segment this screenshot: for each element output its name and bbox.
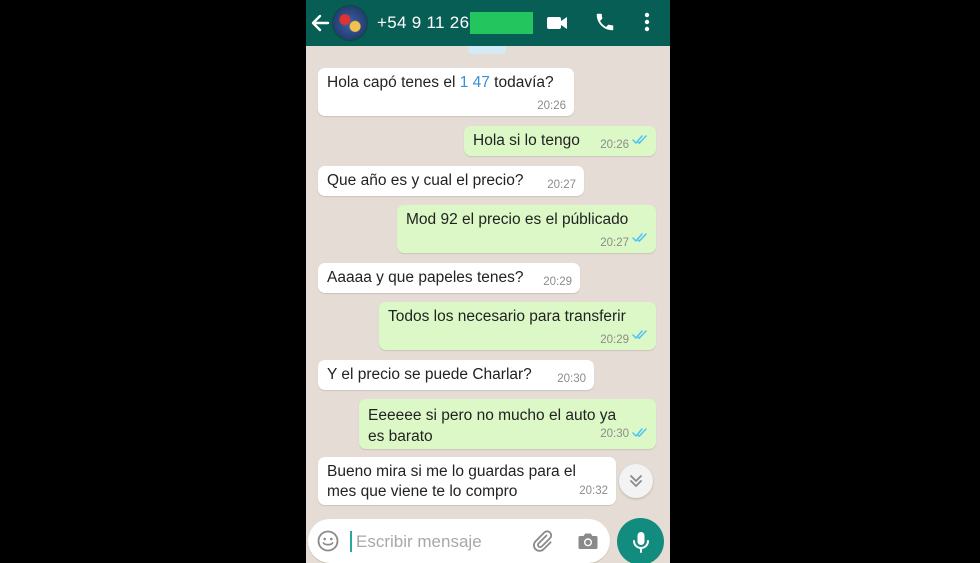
message-time: 20:30 [600,428,629,440]
message-time: 20:29 [600,334,629,346]
read-ticks-icon [632,230,648,248]
text-caret [350,531,352,552]
message-incoming[interactable]: Y el precio se puede Charlar? 20:30 [318,360,594,390]
message-incoming[interactable]: Aaaaa y que papeles tenes? 20:29 [318,263,580,293]
message-time: 20:29 [543,276,572,288]
message-time: 20:32 [579,485,608,497]
message-outgoing[interactable]: Eeeeee si pero no mucho el auto ya es ba… [359,399,656,449]
message-input[interactable] [354,528,518,556]
message-time: 20:26 [537,100,566,112]
read-ticks-icon [632,132,648,150]
camera-icon[interactable] [576,529,600,553]
avatar[interactable] [332,5,368,41]
chat-area[interactable]: Hola capó tenes el 1 47 todavía? 20:26 H… [306,46,670,516]
message-text-line: Bueno mira si me lo guardas para el [327,463,576,480]
message-time: 20:27 [547,179,576,191]
message-text: Todos los necesario para transferir [388,308,626,325]
message-text: Mod 92 el precio es el públicado [406,211,629,228]
message-text-line: mes que viene te lo compro [327,483,518,500]
message-outgoing[interactable]: Mod 92 el precio es el públicado 20:27 [397,205,656,253]
chat-header: +54 9 11 26 [306,0,670,46]
emoji-icon[interactable] [317,530,339,552]
back-arrow-icon[interactable] [308,5,332,41]
microphone-icon [632,531,649,553]
scroll-down-button[interactable] [619,464,653,498]
read-ticks-icon [632,327,648,345]
read-ticks-icon [632,423,648,444]
message-time: 20:30 [557,373,586,385]
message-link[interactable]: 1 47 [460,74,490,91]
message-text: Aaaaa y que papeles tenes? [327,269,524,286]
double-chevron-down-icon [630,475,642,487]
voice-message-button[interactable] [617,518,664,563]
message-text: Hola capó tenes el 1 47 todavía? [327,74,554,91]
message-text: Hola si lo tengo [473,132,580,149]
more-vert-icon[interactable] [639,9,655,35]
message-time: 20:26 [600,139,629,151]
message-text: Y el precio se puede Charlar? [327,366,532,383]
date-chip [468,46,506,54]
video-call-icon[interactable] [544,10,570,36]
contact-name[interactable]: +54 9 11 26 [377,0,534,46]
message-text: Que año es y cual el precio? [327,172,524,189]
message-incoming[interactable]: Que año es y cual el precio? 20:27 [318,166,584,196]
paperclip-icon[interactable] [530,529,554,553]
message-incoming[interactable]: Bueno mira si me lo guardas para el mes … [318,457,616,505]
redaction-block [470,12,534,34]
message-outgoing[interactable]: Hola si lo tengo 20:26 [464,126,656,156]
message-composer [308,519,610,563]
message-outgoing[interactable]: Todos los necesario para transferir 20:2… [379,302,656,350]
whatsapp-phone-screen: +54 9 11 26 Hola capó tenes el 1 47 toda… [306,0,670,563]
message-text-line: Eeeeee si pero no mucho el auto ya [368,407,617,424]
phone-icon[interactable] [592,9,618,35]
message-time: 20:27 [600,237,629,249]
contact-number: +54 9 11 26 [377,13,470,32]
message-incoming[interactable]: Hola capó tenes el 1 47 todavía? 20:26 [318,68,574,116]
